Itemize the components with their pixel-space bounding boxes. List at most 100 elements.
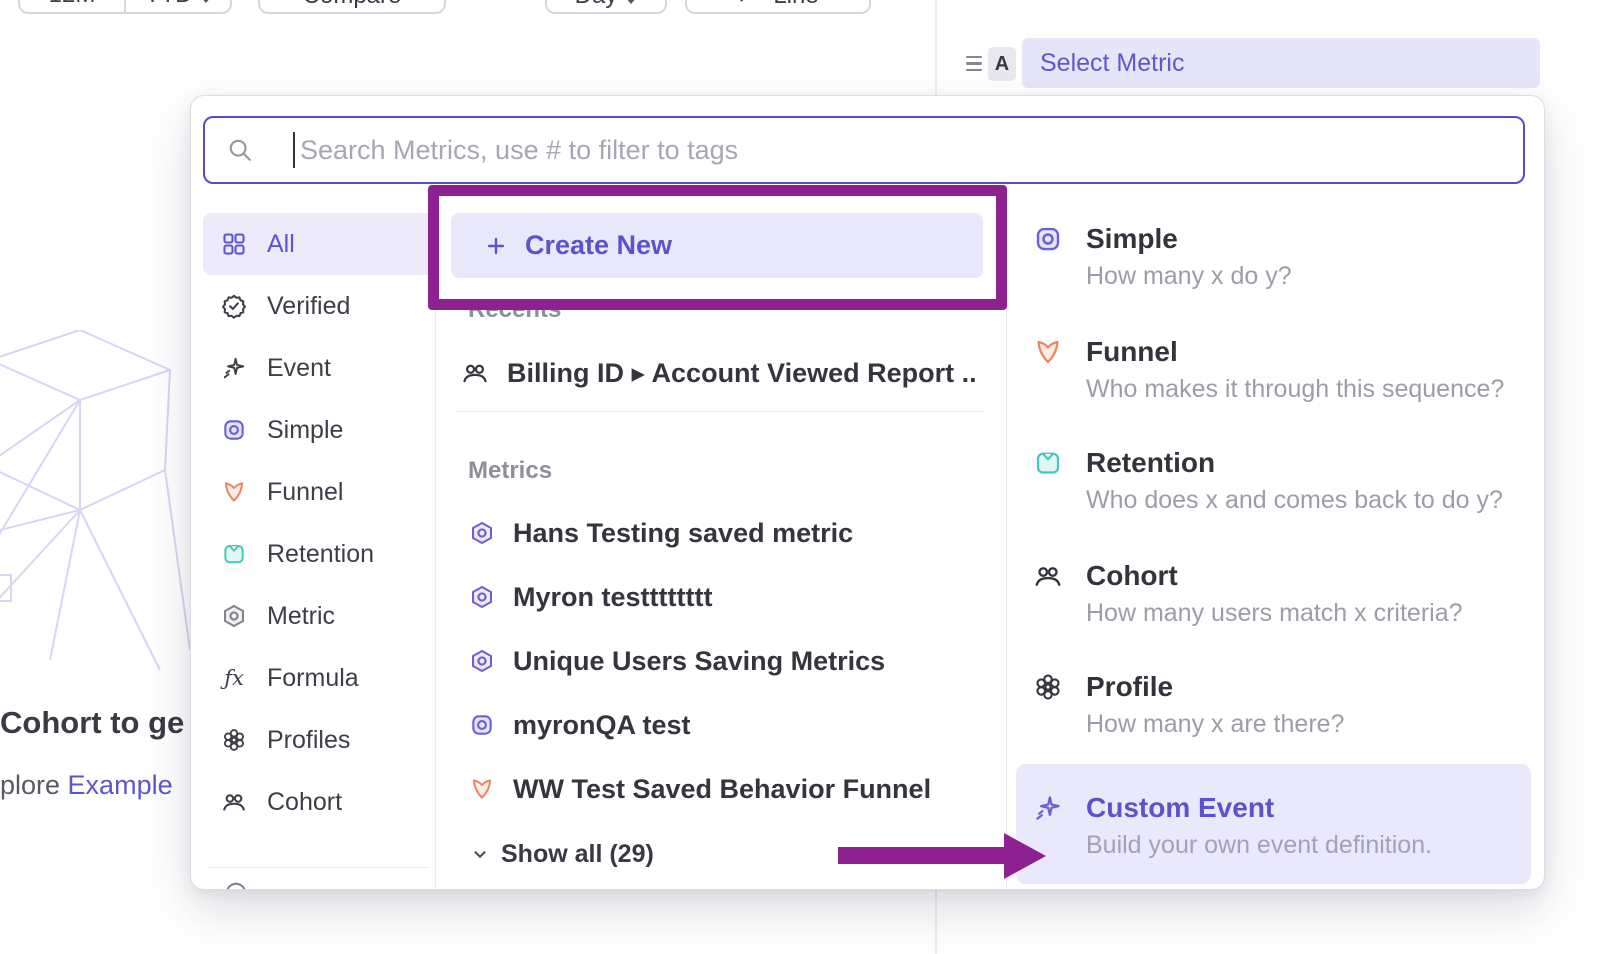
formula-fx-icon: ƒx	[221, 665, 247, 691]
saved-metric-label: Hans Testing saved metric	[513, 518, 853, 549]
event-spark-icon	[221, 355, 247, 381]
interval-day-button[interactable]: Day	[545, 0, 667, 14]
column-divider	[1006, 213, 1007, 890]
category-label: Formula	[267, 664, 359, 693]
metric-type-description: How many x do y?	[1086, 262, 1292, 291]
metric-type-title: Custom Event	[1086, 790, 1432, 826]
recent-item[interactable]: Billing ID ▸ Account Viewed Report ...	[461, 346, 975, 400]
metric-type-description: Who makes it through this sequence?	[1086, 375, 1504, 404]
compare-label: Compare	[303, 0, 402, 10]
metrics-report-page: Cohort to ge plore Example 12M YTD Compa…	[0, 0, 1616, 954]
simple-icon	[469, 712, 495, 738]
metric-type-funnel[interactable]: Funnel Who makes it through this sequenc…	[1016, 334, 1531, 404]
retention-icon	[1033, 448, 1063, 478]
category-retention[interactable]: Retention	[203, 523, 435, 585]
category-label: Metric	[267, 602, 335, 631]
saved-metric-label: myronQA test	[513, 710, 691, 741]
funnel-icon	[469, 776, 495, 802]
category-funnel[interactable]: Funnel	[203, 461, 435, 523]
partial-category-icon	[223, 880, 435, 890]
range-12m-label: 12M	[49, 0, 96, 9]
simple-icon	[221, 417, 247, 443]
metric-hexagon-icon	[469, 584, 495, 610]
caret-down-icon	[625, 0, 637, 4]
metric-type-description: How many x are there?	[1086, 710, 1344, 739]
chevron-down-icon	[469, 843, 491, 865]
cohort-people-icon	[461, 359, 489, 387]
saved-metric-item[interactable]: WW Test Saved Behavior Funnel	[469, 762, 931, 816]
saved-metric-item[interactable]: Unique Users Saving Metrics	[469, 634, 885, 688]
create-new-label: Create New	[525, 230, 672, 261]
category-label: Event	[267, 354, 331, 383]
category-simple[interactable]: Simple	[203, 399, 435, 461]
recent-item-label: Billing ID ▸ Account Viewed Report ...	[507, 358, 975, 389]
text-cursor	[293, 132, 295, 168]
category-formula[interactable]: ƒx Formula	[203, 647, 435, 709]
metric-hexagon-icon	[221, 603, 247, 629]
query-row-letter-badge: A	[988, 47, 1016, 81]
metric-picker-modal: All Verified Event Simple	[190, 95, 1545, 890]
metric-type-title: Funnel	[1086, 334, 1504, 370]
category-cohort[interactable]: Cohort	[203, 771, 435, 833]
plus-icon	[483, 233, 509, 259]
saved-metric-item[interactable]: myronQA test	[469, 698, 691, 752]
category-label: Cohort	[267, 788, 342, 817]
search-icon	[227, 137, 253, 163]
section-divider	[456, 411, 983, 412]
metric-hexagon-icon	[469, 520, 495, 546]
metric-type-profile[interactable]: Profile How many x are there?	[1016, 669, 1531, 739]
range-12m-button[interactable]: 12M	[20, 0, 124, 12]
category-event[interactable]: Event	[203, 337, 435, 399]
compare-button[interactable]: Compare	[258, 0, 446, 14]
subline-text: plore	[0, 770, 68, 800]
empty-state-subline: plore Example	[0, 770, 196, 801]
recents-heading: Recents	[468, 296, 561, 324]
saved-metric-label: Unique Users Saving Metrics	[513, 646, 885, 677]
create-new-button[interactable]: Create New	[451, 213, 983, 278]
category-all[interactable]: All	[203, 213, 435, 275]
category-label: Funnel	[267, 478, 343, 507]
saved-metric-label: Myron testttttttt	[513, 582, 712, 613]
profiles-flower-icon	[221, 727, 247, 753]
metric-type-custom-event[interactable]: Custom Event Build your own event defini…	[1016, 764, 1531, 884]
day-label: Day	[575, 0, 618, 10]
category-label: Verified	[267, 292, 350, 321]
chart-type-line-button[interactable]: Line	[685, 0, 871, 14]
metrics-heading: Metrics	[468, 457, 552, 485]
show-all-label: Show all (29)	[501, 840, 654, 869]
metric-type-title: Profile	[1086, 669, 1344, 705]
category-label: Retention	[267, 540, 374, 569]
range-ytd-label: YTD	[145, 0, 193, 9]
range-ytd-button[interactable]: YTD	[124, 0, 230, 12]
line-chart-icon	[737, 0, 763, 8]
saved-metric-item[interactable]: Myron testttttttt	[469, 570, 712, 624]
metric-type-simple[interactable]: Simple How many x do y?	[1016, 221, 1531, 291]
date-range-control: 12M YTD	[18, 0, 232, 14]
funnel-icon	[1033, 337, 1063, 367]
metric-type-retention[interactable]: Retention Who does x and comes back to d…	[1016, 445, 1531, 515]
saved-metric-label: WW Test Saved Behavior Funnel	[513, 774, 931, 805]
show-all-toggle[interactable]: Show all (29)	[469, 831, 654, 877]
simple-icon	[1033, 224, 1063, 254]
category-label: Profiles	[267, 726, 350, 755]
category-profiles[interactable]: Profiles	[203, 709, 435, 771]
metric-type-title: Cohort	[1086, 558, 1463, 594]
category-list: All Verified Event Simple	[203, 213, 435, 890]
profiles-flower-icon	[1033, 672, 1063, 702]
metric-search-input[interactable]	[300, 135, 1523, 166]
cohort-people-icon	[221, 789, 247, 815]
category-metric[interactable]: Metric	[203, 585, 435, 647]
column-divider	[435, 213, 436, 890]
metric-type-description: How many users match x criteria?	[1086, 599, 1463, 628]
retention-icon	[221, 541, 247, 567]
metric-type-cohort[interactable]: Cohort How many users match x criteria?	[1016, 558, 1531, 628]
select-metric-button[interactable]: Select Metric	[1022, 38, 1540, 88]
funnel-icon	[221, 479, 247, 505]
drag-handle-icon[interactable]	[966, 56, 982, 71]
grid-icon	[221, 231, 247, 257]
category-verified[interactable]: Verified	[203, 275, 435, 337]
line-label: Line	[773, 0, 818, 10]
example-reports-link[interactable]: Example	[68, 770, 173, 800]
saved-metric-item[interactable]: Hans Testing saved metric	[469, 506, 853, 560]
category-label: Simple	[267, 416, 343, 445]
